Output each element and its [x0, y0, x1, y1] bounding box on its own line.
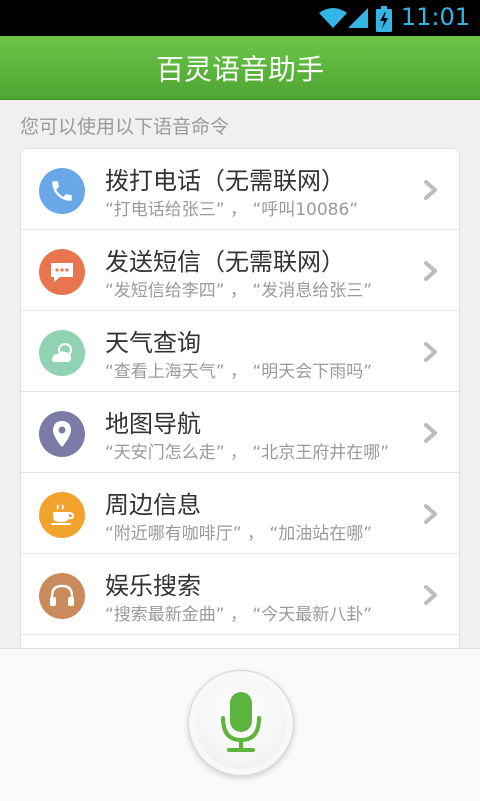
command-title: 娱乐搜索: [105, 572, 201, 600]
chevron-right-icon: [424, 261, 437, 281]
command-example: “搜索最新金曲” ， “今天最新八卦”: [105, 605, 373, 625]
coffee-icon: [39, 492, 85, 538]
command-title: 发送短信（无需联网）: [105, 248, 345, 276]
headphones-icon: [39, 573, 85, 619]
command-row-weather[interactable]: 天气查询 “查看上海天气” ， “明天会下雨吗”: [21, 311, 459, 392]
weather-icon: [39, 330, 85, 376]
signal-icon: [348, 8, 368, 28]
command-list: 拨打电话（无需联网） “打电话给张三” ， “呼叫10086” 发送短信（无需联…: [20, 148, 460, 668]
command-title: 地图导航: [105, 410, 201, 438]
status-bar: 11:01: [0, 0, 480, 36]
app-header: 百灵语音助手: [0, 36, 480, 100]
command-example: “附近哪有咖啡厅” ， “加油站在哪”: [105, 524, 373, 544]
command-example: “打电话给张三” ， “呼叫10086”: [105, 200, 359, 220]
command-example: “天安门怎么走” ， “北京王府井在哪”: [105, 443, 390, 463]
command-title: 拨打电话（无需联网）: [105, 167, 345, 195]
chevron-right-icon: [424, 342, 437, 362]
phone-icon: [39, 168, 85, 214]
status-time: 11:01: [400, 3, 470, 31]
chevron-right-icon: [424, 585, 437, 605]
command-title: 天气查询: [105, 329, 201, 357]
microphone-icon: [221, 692, 261, 752]
chevron-right-icon: [424, 504, 437, 524]
command-row-entertainment[interactable]: 娱乐搜索 “搜索最新金曲” ， “今天最新八卦”: [21, 554, 459, 635]
chevron-right-icon: [424, 423, 437, 443]
command-hint: 您可以使用以下语音命令: [20, 116, 230, 138]
battery-charging-icon: [376, 6, 392, 32]
command-row-sms[interactable]: 发送短信（无需联网） “发短信给李四” ， “发消息给张三”: [21, 230, 459, 311]
command-example: “发短信给李四” ， “发消息给张三”: [105, 281, 373, 301]
page-title: 百灵语音助手: [155, 52, 324, 86]
message-icon: [39, 249, 85, 295]
map-pin-icon: [39, 411, 85, 457]
command-row-map[interactable]: 地图导航 “天安门怎么走” ， “北京王府井在哪”: [21, 392, 459, 473]
chevron-right-icon: [424, 180, 437, 200]
command-title: 周边信息: [105, 491, 201, 519]
voice-input-button[interactable]: [188, 670, 294, 776]
command-row-call[interactable]: 拨打电话（无需联网） “打电话给张三” ， “呼叫10086”: [21, 149, 459, 230]
command-row-nearby[interactable]: 周边信息 “附近哪有咖啡厅” ， “加油站在哪”: [21, 473, 459, 554]
wifi-icon: [319, 8, 347, 28]
command-example: “查看上海天气” ， “明天会下雨吗”: [105, 362, 373, 382]
